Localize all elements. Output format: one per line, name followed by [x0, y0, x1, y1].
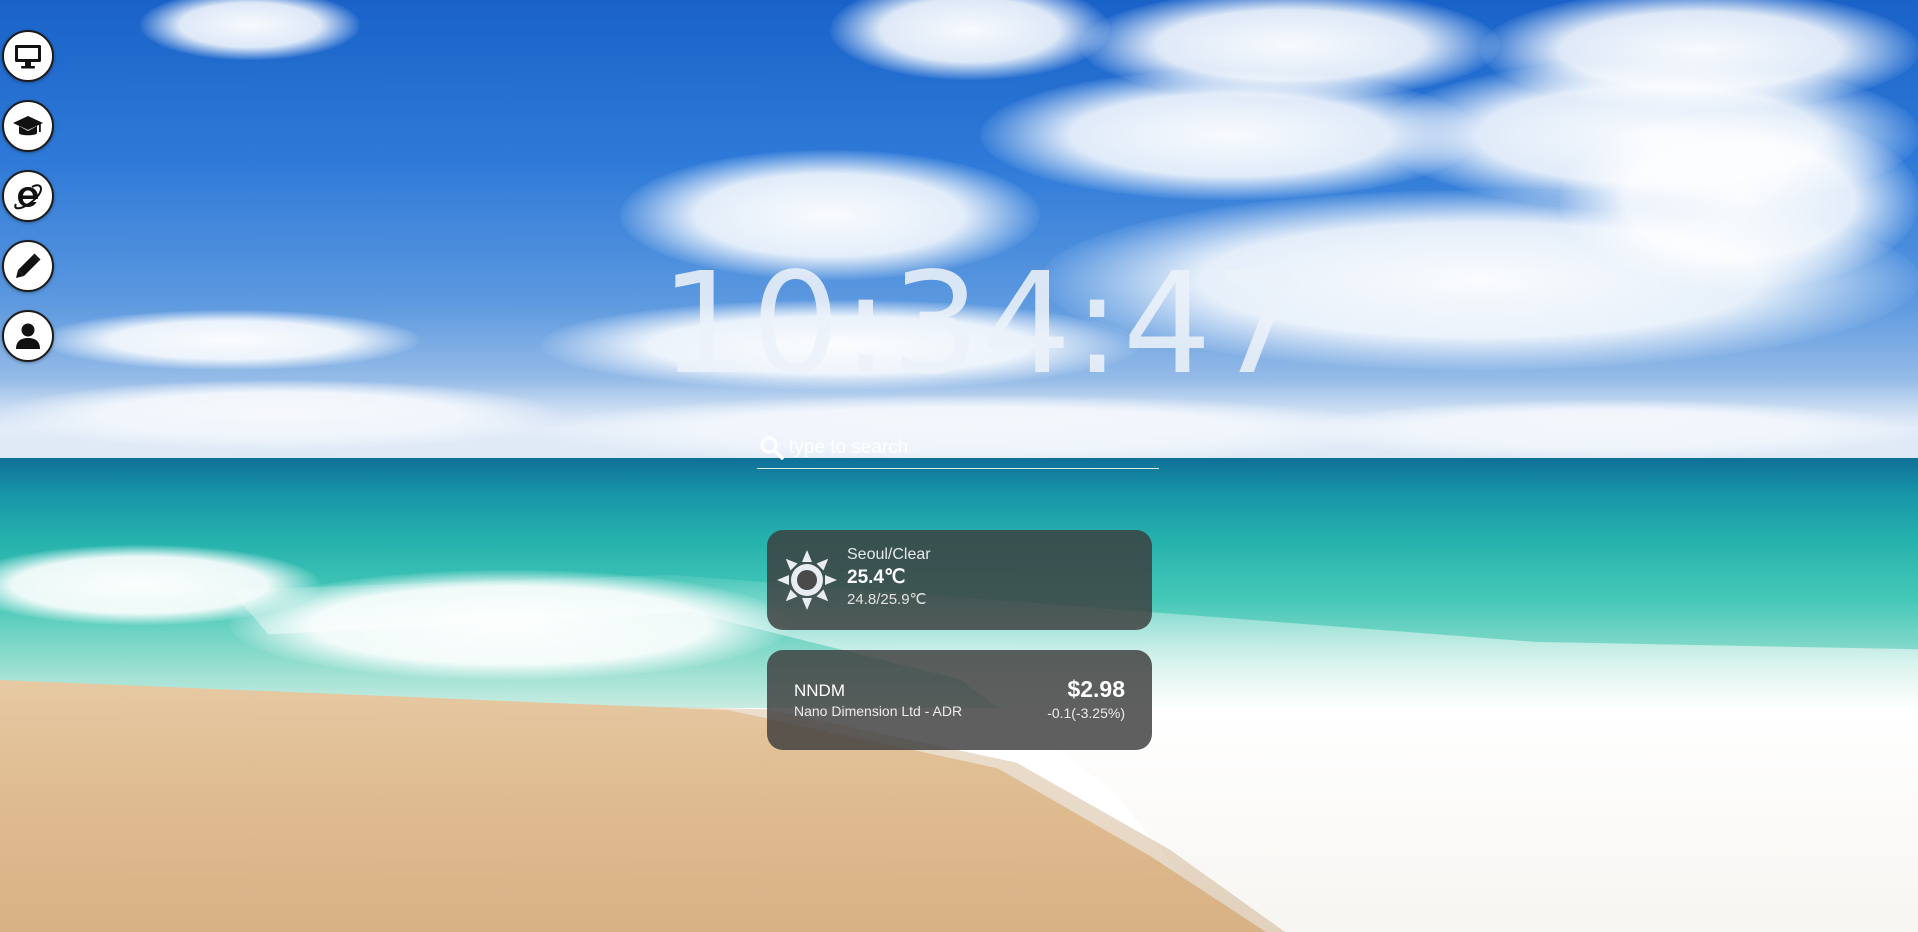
- weather-details: Seoul/Clear 25.4℃ 24.8/25.9℃: [847, 544, 931, 610]
- stock-widget[interactable]: NNDM Nano Dimension Ltd - ADR $2.98 -0.1…: [767, 650, 1152, 750]
- weather-temperature: 25.4℃: [847, 567, 906, 588]
- weather-widget[interactable]: Seoul/Clear 25.4℃ 24.8/25.9℃: [767, 530, 1152, 630]
- stock-info: NNDM Nano Dimension Ltd - ADR: [794, 680, 962, 720]
- search-input[interactable]: [785, 433, 1159, 463]
- graduation-cap-icon: [13, 116, 43, 136]
- stock-company-name: Nano Dimension Ltd - ADR: [794, 703, 963, 719]
- new-tab-page: 10:34:47 Seoul/Clear 25.4: [0, 0, 1918, 932]
- stock-price: $2.98: [1067, 676, 1125, 702]
- cloud: [1560, 110, 1918, 290]
- pencil-icon: [16, 253, 41, 278]
- weather-temperature-range: 24.8/25.9℃: [847, 591, 927, 608]
- clock-time: 10:34:47: [660, 243, 1305, 406]
- stock-symbol: NNDM: [794, 681, 845, 700]
- education-button[interactable]: [2, 100, 54, 152]
- user-icon: [16, 323, 40, 349]
- search-icon[interactable]: [759, 435, 785, 461]
- edit-button[interactable]: [2, 240, 54, 292]
- shortcut-dock: [2, 30, 56, 362]
- stock-change: -0.1(-3.25%): [1047, 705, 1125, 721]
- browser-button[interactable]: [2, 170, 54, 222]
- cloud: [40, 310, 420, 370]
- desktop-icon: [15, 45, 41, 69]
- weather-location: Seoul/Clear: [847, 546, 931, 563]
- internet-explorer-icon: [14, 184, 43, 210]
- profile-button[interactable]: [2, 310, 54, 362]
- search-bar: [757, 428, 1159, 469]
- sun-icon: [777, 550, 837, 610]
- desktop-button[interactable]: [2, 30, 54, 82]
- stock-quote: $2.98 -0.1(-3.25%): [1047, 674, 1125, 722]
